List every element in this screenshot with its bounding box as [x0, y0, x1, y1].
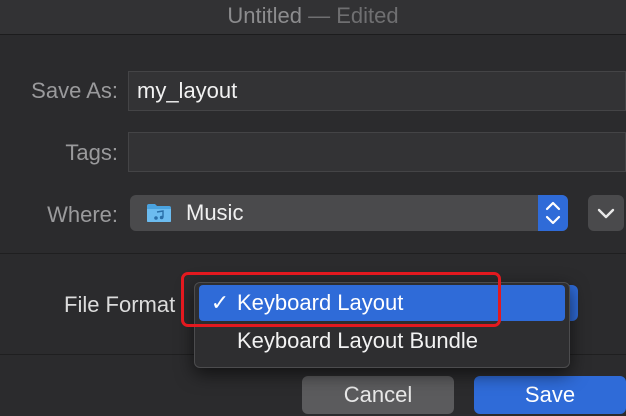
- menu-item-keyboard-layout-bundle[interactable]: Keyboard Layout Bundle: [199, 323, 565, 359]
- menu-item-label: Keyboard Layout Bundle: [237, 328, 478, 353]
- save-as-field[interactable]: my_layout: [128, 71, 626, 111]
- up-down-chevron-icon: [545, 201, 561, 225]
- music-folder-icon: [147, 204, 171, 222]
- chevron-down-icon: [597, 208, 615, 219]
- where-label: Where:: [47, 202, 118, 227]
- save-button[interactable]: Save: [474, 376, 626, 414]
- save-as-label: Save As:: [31, 78, 118, 103]
- title-bar: Untitled — Edited: [0, 0, 626, 35]
- tags-field[interactable]: [128, 132, 626, 172]
- where-stepper[interactable]: [538, 195, 568, 231]
- expand-button[interactable]: [588, 195, 624, 231]
- window-title: Untitled — Edited: [227, 3, 398, 28]
- file-format-label: File Format: [64, 292, 176, 317]
- document-name: Untitled: [227, 3, 302, 28]
- tags-label: Tags:: [65, 140, 118, 165]
- where-value: Music: [186, 200, 244, 225]
- cancel-button[interactable]: Cancel: [302, 376, 454, 414]
- where-popup[interactable]: Music: [130, 195, 568, 231]
- edited-status: — Edited: [308, 3, 399, 28]
- highlight-annotation: [181, 272, 501, 327]
